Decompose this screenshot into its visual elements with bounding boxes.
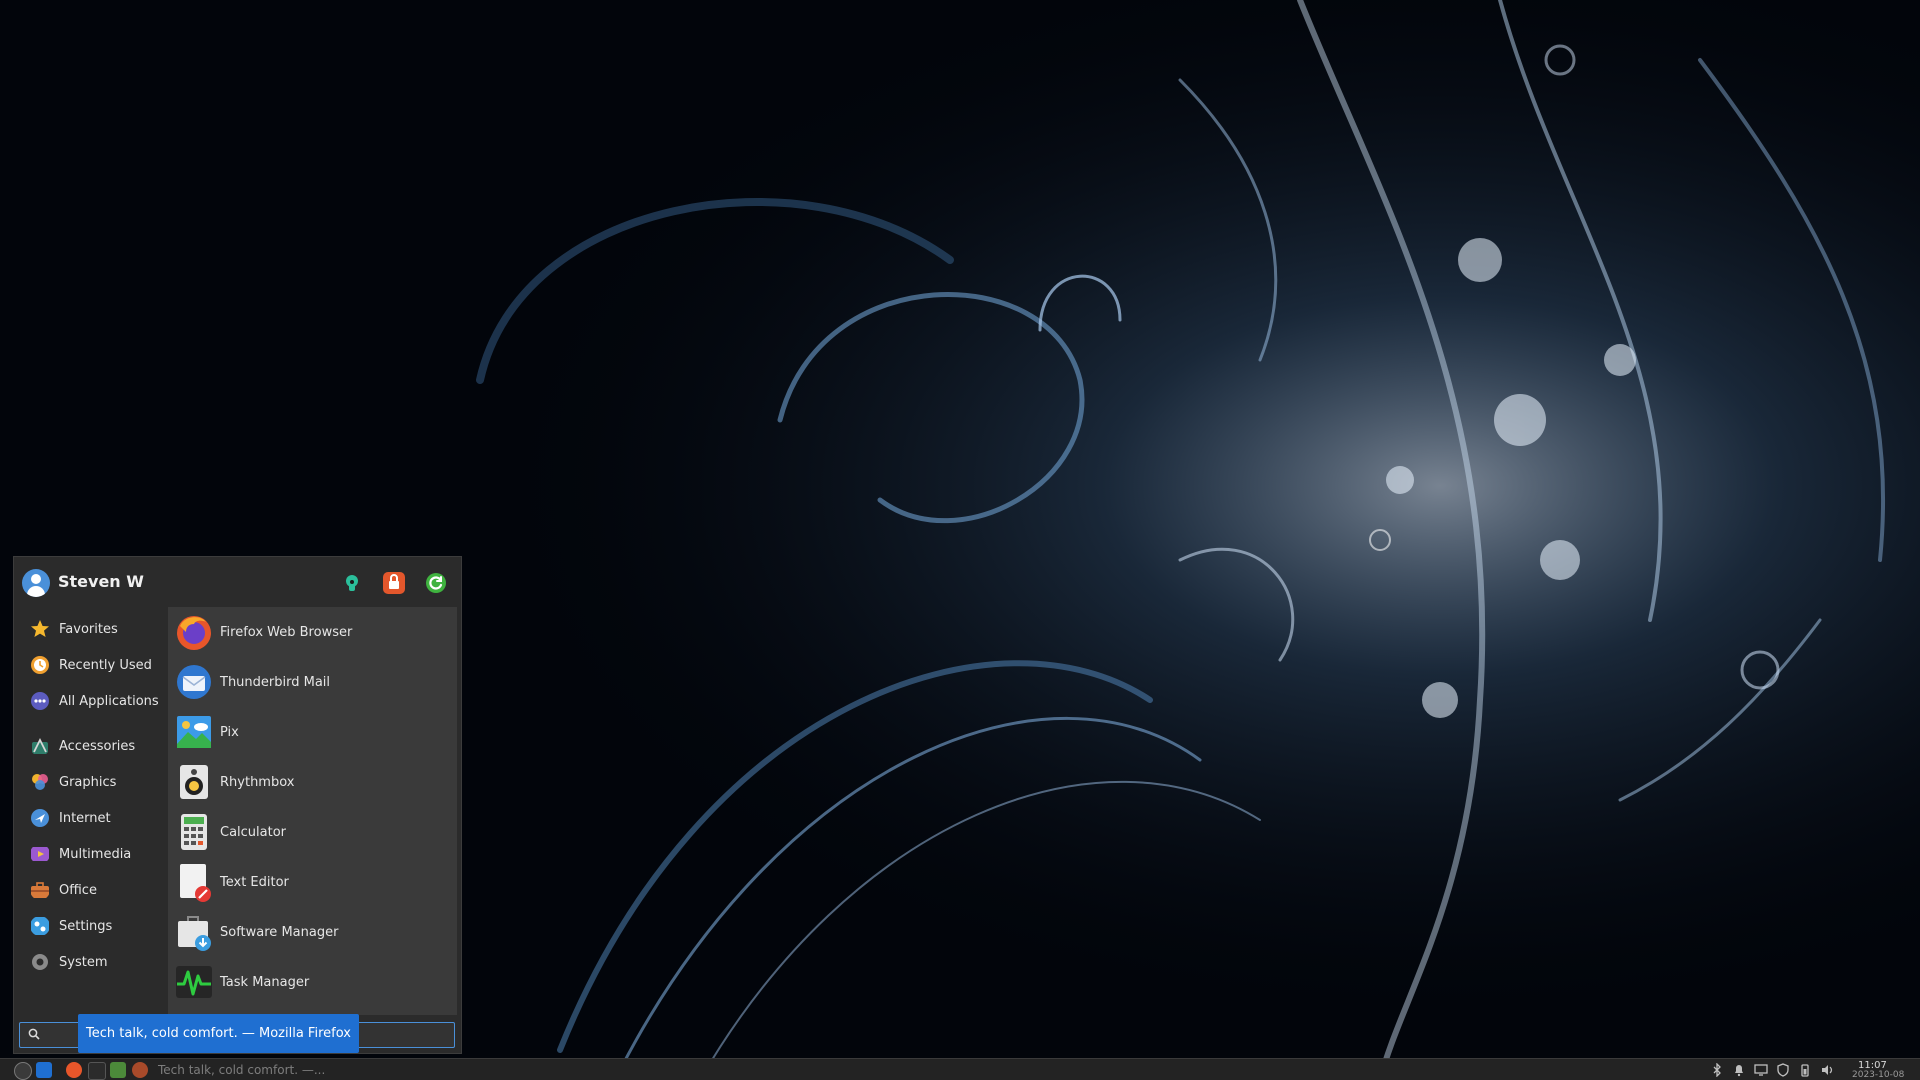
app-label: Pix	[220, 724, 239, 740]
multimedia-icon	[31, 847, 49, 861]
shutdown-icon	[426, 573, 446, 593]
rhythmbox-icon	[180, 765, 208, 799]
pix-icon	[177, 716, 211, 748]
apps-grid-icon	[31, 692, 49, 710]
task-manager-icon	[176, 966, 212, 998]
app-label: Thunderbird Mail	[220, 674, 331, 690]
app-calculator[interactable]: Calculator	[168, 807, 457, 857]
app-firefox[interactable]: Firefox Web Browser	[168, 607, 457, 657]
app-pix[interactable]: Pix	[168, 707, 457, 757]
category-label: Accessories	[59, 738, 136, 754]
category-list: Favorites Recently Used All Applications…	[14, 607, 167, 1027]
app-rhythmbox[interactable]: Rhythmbox	[168, 757, 457, 807]
firefox-icon	[177, 616, 211, 650]
user-name: Steven W	[58, 572, 144, 591]
shutdown-button[interactable]	[425, 572, 447, 594]
user-avatar-icon[interactable]	[22, 569, 50, 597]
app-thunderbird[interactable]: Thunderbird Mail	[168, 657, 457, 707]
category-accessories[interactable]: Accessories	[16, 730, 166, 762]
menu-launcher-icon[interactable]	[14, 1062, 32, 1080]
logout-button[interactable]	[383, 572, 405, 594]
category-label: System	[59, 954, 108, 970]
category-recently-used[interactable]: Recently Used	[16, 649, 166, 681]
category-all-applications[interactable]: All Applications	[16, 685, 166, 717]
menu-header: Steven W	[14, 557, 461, 607]
system-icon	[32, 954, 48, 970]
firefox-window-icon[interactable]	[132, 1062, 148, 1078]
star-icon	[31, 620, 49, 637]
application-menu: Steven W Favorites Recently Used All App…	[13, 556, 462, 1054]
app-label: Task Manager	[220, 974, 310, 990]
category-system[interactable]: System	[16, 946, 166, 978]
battery-icon[interactable]	[1798, 1063, 1812, 1077]
category-label: Internet	[59, 810, 111, 826]
calculator-icon	[181, 814, 207, 850]
category-office[interactable]: Office	[16, 874, 166, 906]
app-label: Software Manager	[220, 924, 339, 940]
lock-screen-button[interactable]	[341, 572, 363, 594]
category-internet[interactable]: Internet	[16, 802, 166, 834]
app-task-manager[interactable]: Task Manager	[168, 957, 457, 1007]
notifications-icon[interactable]	[1732, 1063, 1746, 1077]
settings-icon	[31, 917, 49, 935]
category-label: Settings	[59, 918, 113, 934]
lock-screen-icon	[346, 575, 358, 591]
category-label: Favorites	[59, 621, 118, 637]
show-desktop-icon[interactable]	[36, 1062, 52, 1078]
clock-icon	[31, 656, 49, 674]
app-label: Firefox Web Browser	[220, 624, 353, 640]
files-icon[interactable]	[110, 1062, 126, 1078]
volume-icon[interactable]	[1820, 1063, 1834, 1077]
search-icon	[28, 1028, 40, 1040]
category-multimedia[interactable]: Multimedia	[16, 838, 166, 870]
category-favorites[interactable]: Favorites	[16, 613, 166, 645]
accessories-icon	[32, 737, 48, 754]
app-software-manager[interactable]: Software Manager	[168, 907, 457, 957]
shield-icon[interactable]	[1776, 1063, 1790, 1077]
app-label: Rhythmbox	[220, 774, 295, 790]
clock-date[interactable]: 2023-10-08	[1852, 1070, 1904, 1080]
taskbar-window-title[interactable]: Tech talk, cold comfort. —...	[158, 1063, 325, 1077]
app-text-editor[interactable]: Text Editor	[168, 857, 457, 907]
category-label: Graphics	[59, 774, 117, 790]
terminal-icon[interactable]	[88, 1062, 106, 1080]
firefox-taskbar-icon[interactable]	[66, 1062, 82, 1078]
app-label: Calculator	[220, 824, 287, 840]
bluetooth-icon[interactable]	[1710, 1063, 1724, 1077]
graphics-icon	[32, 774, 48, 790]
application-list: Firefox Web Browser Thunderbird Mail Pix	[168, 607, 457, 1015]
taskbar: Tech talk, cold comfort. —... 11:07 2023…	[0, 1058, 1920, 1080]
office-icon	[31, 882, 49, 898]
category-graphics[interactable]: Graphics	[16, 766, 166, 798]
software-manager-icon	[178, 916, 211, 951]
internet-icon	[31, 809, 49, 827]
app-label: Text Editor	[220, 874, 289, 890]
category-label: All Applications	[59, 693, 159, 709]
display-icon[interactable]	[1754, 1063, 1768, 1077]
category-label: Office	[59, 882, 97, 898]
category-settings[interactable]: Settings	[16, 910, 166, 942]
thunderbird-icon	[177, 665, 211, 699]
category-label: Recently Used	[59, 657, 152, 673]
text-editor-icon	[180, 864, 211, 902]
category-label: Multimedia	[59, 846, 132, 862]
window-tooltip: Tech talk, cold comfort. — Mozilla Firef…	[78, 1014, 359, 1053]
logout-icon	[389, 574, 399, 589]
